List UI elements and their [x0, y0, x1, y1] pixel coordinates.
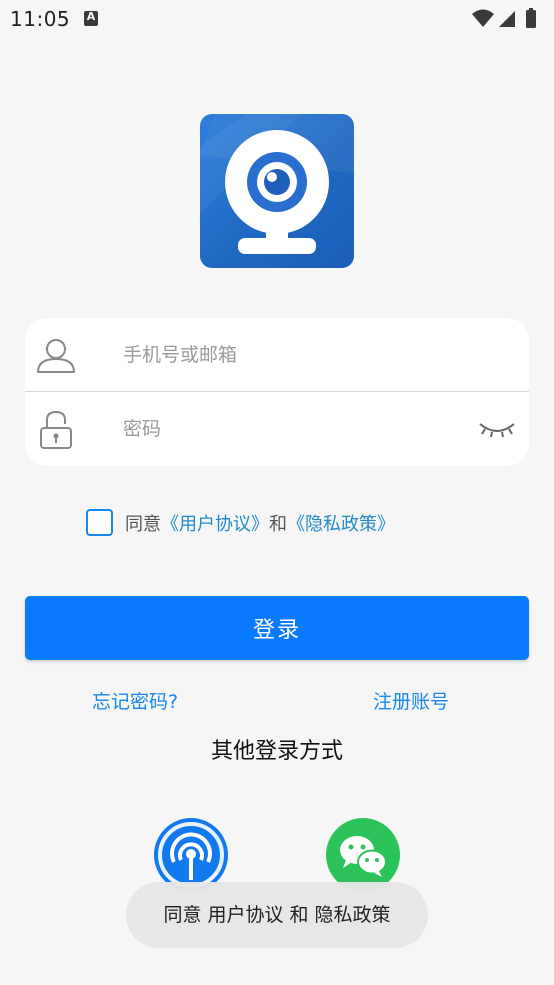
agreement-text: 同意《用户协议》和《隐私政策》 — [125, 510, 395, 536]
lock-icon — [40, 410, 72, 449]
agreement-checkbox[interactable] — [86, 509, 113, 536]
user-agreement-link[interactable]: 《用户协议》 — [161, 514, 269, 535]
eye-closed-icon[interactable] — [477, 418, 517, 442]
wifi-signal-icon — [158, 822, 224, 888]
wechat-icon — [340, 836, 387, 877]
password-input[interactable] — [123, 412, 463, 446]
signal-icon — [499, 11, 515, 27]
user-icon — [37, 339, 75, 373]
status-time: 11:05 — [10, 7, 71, 31]
agreement-and: 和 — [269, 514, 287, 535]
phone-row — [25, 318, 529, 392]
register-link[interactable]: 注册账号 — [373, 687, 449, 714]
wifi-login-button[interactable] — [154, 818, 228, 892]
password-row — [25, 392, 529, 466]
other-login-title: 其他登录方式 — [210, 739, 343, 764]
webcam-icon — [200, 114, 354, 254]
phone-email-input[interactable] — [123, 338, 463, 372]
forgot-password-link[interactable]: 忘记密码? — [92, 687, 178, 714]
agreement-prefix: 同意 — [125, 514, 161, 535]
login-form — [25, 318, 529, 466]
privacy-policy-link[interactable]: 《隐私政策》 — [287, 514, 395, 535]
notification-icon: A — [84, 10, 98, 26]
app-logo — [200, 114, 354, 268]
wechat-login-button[interactable] — [326, 818, 400, 892]
battery-icon — [526, 10, 536, 28]
wifi-icon — [472, 9, 494, 27]
status-bar: 11:05 A — [0, 0, 554, 38]
login-button[interactable]: 登录 — [25, 596, 529, 660]
toast-message: 同意 用户协议 和 隐私政策 — [126, 882, 428, 948]
status-icons — [472, 8, 536, 28]
